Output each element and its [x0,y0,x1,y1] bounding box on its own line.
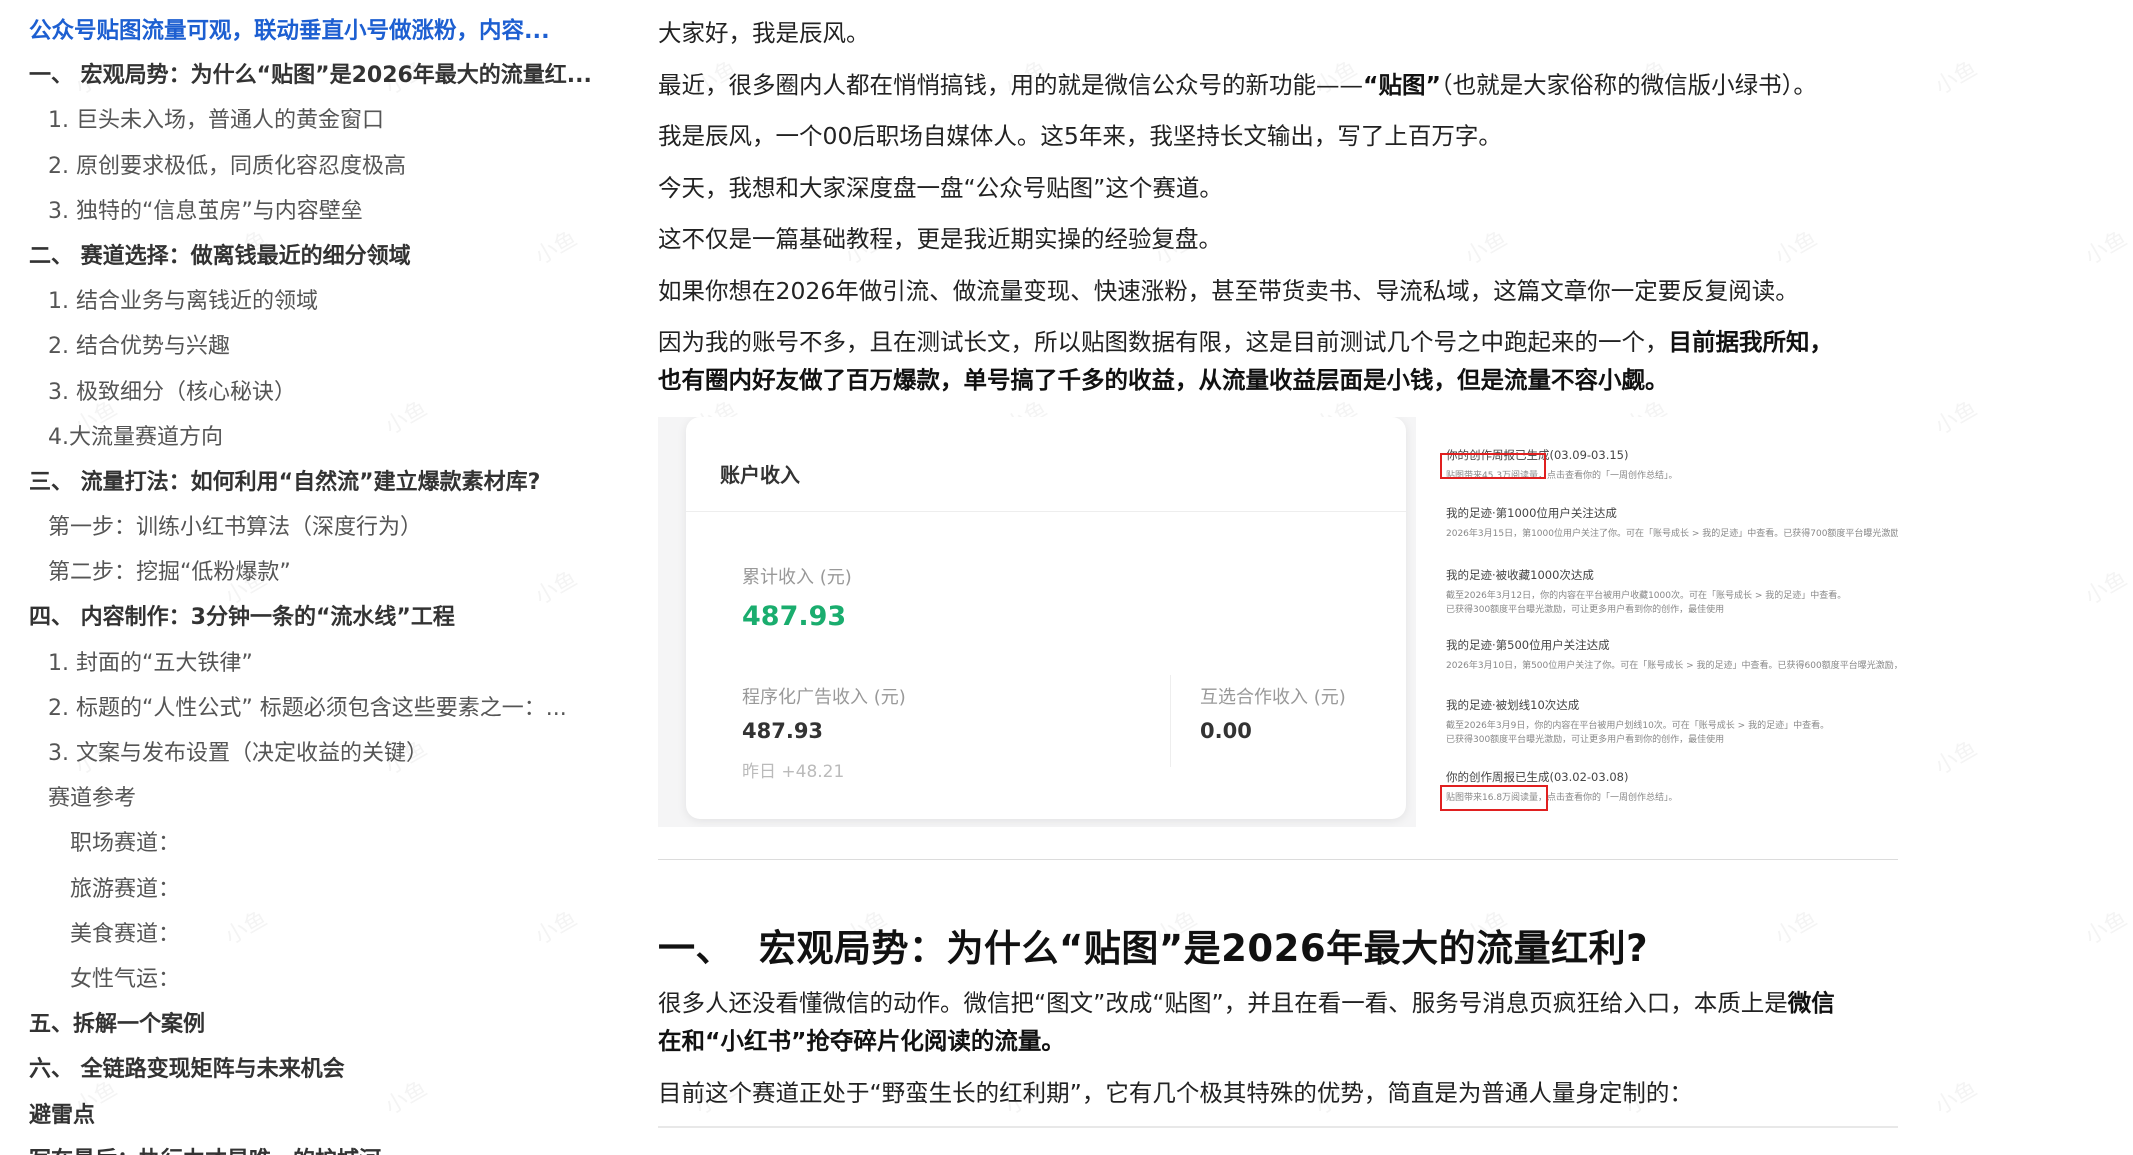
paragraph: 大家好，我是辰风。 [658,19,870,47]
toc-item[interactable]: 3. 极致细分（核心秘诀） [0,374,600,419]
toc-item[interactable]: 第一步：训练小红书算法（深度行为） [0,509,600,554]
ad-income-value: 487.93 [742,719,824,743]
document-page: 小鱼 小鱼 小鱼 小鱼 小鱼 小鱼 小鱼 小鱼 小鱼 小鱼 小鱼 小鱼 小鱼 小鱼 小鱼 小鱼 小鱼 小鱼 小鱼 小鱼… [0,0,2133,1155]
toc-item[interactable]: 六、 全链路变现矩阵与未来机会 [0,1051,600,1096]
toc-title[interactable]: 公众号贴图流量可观，联动垂直小号做涨粉，内容... [0,12,600,57]
toc-item[interactable]: 三、 流量打法：如何利用“自然流”建立爆款素材库? [0,464,600,509]
section-heading: 一、 宏观局势：为什么“贴图”是2026年最大的流量红利? [658,927,1649,970]
toc-item[interactable]: 职场赛道： [0,825,600,870]
toc-item[interactable]: 五、拆解一个案例 [0,1006,600,1051]
toc-item[interactable]: 2. 结合优势与兴趣 [0,328,600,373]
paragraph: 因为我的账号不多，且在测试长文，所以贴图数据有限，这是目前测试几个号之中跑起来的… [658,328,1833,394]
watermark-text: 小鱼 [1930,736,1982,780]
toc-item[interactable]: 3. 文案与发布设置（决定收益的关键） [0,735,600,780]
divider [658,859,1898,860]
watermark-text: 小鱼 [1930,56,1982,100]
mutual-income-value: 0.00 [1200,719,1252,743]
income-card: 账户收入 累计收入 (元) 487.93 程序化广告收入 (元) 487.93 … [686,417,1406,819]
watermark-text: 小鱼 [2080,226,2132,270]
watermark-text: 小鱼 [1930,396,1982,440]
table-of-contents: 公众号贴图流量可观，联动垂直小号做涨粉，内容... 一、 宏观局势：为什么“贴图… [0,0,600,1155]
notification-desc: 2026年3月10日，第500位用户关注了你。可在「账号成长 > 我的足迹」中查… [1446,661,1898,671]
paragraph: 今天，我想和大家深度盘一盘“公众号贴图”这个赛道。 [658,173,1223,202]
income-card-title: 账户收入 [720,463,800,487]
total-income-label: 累计收入 (元) [742,567,852,588]
watermark-text: 小鱼 [1930,1076,1982,1120]
notification-title: 你的创作周报已生成(03.02-03.08) [1446,770,1629,784]
toc-item[interactable]: 四、 内容制作：3分钟一条的“流水线”工程 [0,599,600,644]
toc-item[interactable]: 避雷点 [0,1097,600,1142]
notification-item: 我的足迹·第1000位用户关注达成 2026年3月15日，第1000位用户关注了… [1446,505,1898,541]
toc-item[interactable]: 3. 独特的“信息茧房”与内容壁垒 [0,193,600,238]
toc-item[interactable]: 一、 宏观局势：为什么“贴图”是2026年最大的流量红... [0,57,600,102]
notification-title: 我的足迹·被收藏1000次达成 [1446,568,1594,582]
toc-item[interactable]: 赛道参考 [0,780,600,825]
toc-item[interactable]: 二、 赛道选择：做离钱最近的细分领域 [0,238,600,283]
toc-item[interactable]: 旅游赛道： [0,871,600,916]
toc-item[interactable]: 1. 结合业务与离钱近的领域 [0,283,600,328]
notification-item: 我的足迹·被划线10次达成 截至2026年3月9日，你的内容在平台被用户划线10… [1446,697,1898,747]
toc-item[interactable]: 4.大流量赛道方向 [0,419,600,464]
next-figure-edge [658,1125,1898,1128]
paragraph: 很多人还没看懂微信的动作。微信把“图文”改成“贴图”，并且在看一看、服务号消息页… [658,989,1835,1055]
notification-title: 我的足迹·被划线10次达成 [1446,698,1580,712]
mutual-income-label: 互选合作收入 (元) [1200,687,1346,708]
total-income-value: 487.93 [742,601,847,632]
ad-income-yesterday: 昨日 +48.21 [742,762,845,782]
notification-desc: 截至2026年3月9日，你的内容在平台被用户划线10次。可在「账号成长 > 我的… [1446,721,1830,745]
toc-item[interactable]: 写在最后：执行力才是唯一的护城河 [0,1142,600,1155]
notification-title: 我的足迹·第500位用户关注达成 [1446,638,1610,652]
article-body: 大家好，我是辰风。 最近，很多圈内人都在悄悄搞钱，用的就是微信公众号的新功能——… [658,0,1908,1155]
toc-item[interactable]: 第二步：挖掘“低粉爆款” [0,554,600,599]
paragraph: 目前这个赛道正处于“野蛮生长的红利期”，它有几个极其特殊的优势，简直是为普通人量… [658,1078,1693,1107]
paragraph: 我是辰风，一个00后职场自媒体人。这5年来，我坚持长文输出，写了上百万字。 [658,122,1502,150]
notification-list: 你的创作周报已生成(03.09-03.15) 贴图带来45.3万阅读量，点击查看… [1416,417,1898,827]
toc-item[interactable]: 美食赛道： [0,916,600,961]
toc-item[interactable]: 女性气运： [0,961,600,1006]
paragraph: 如果你想在2026年做引流、做流量变现、快速涨粉，甚至带货卖书、导流私域，这篇文… [658,276,1799,305]
paragraph: 最近，很多圈内人都在悄悄搞钱，用的就是微信公众号的新功能——“贴图”（也就是大家… [658,70,1817,99]
highlight-box [1440,453,1546,479]
toc-item[interactable]: 1. 封面的“五大铁律” [0,645,600,690]
notification-desc: 截至2026年3月12日，你的内容在平台被用户收藏1000次。可在「账号成长 >… [1446,591,1847,615]
notification-item: 我的足迹·被收藏1000次达成 截至2026年3月12日，你的内容在平台被用户收… [1446,567,1898,617]
ad-income-label: 程序化广告收入 (元) [742,687,906,708]
income-screenshot-figure: 账户收入 累计收入 (元) 487.93 程序化广告收入 (元) 487.93 … [658,417,1898,827]
notification-item: 我的足迹·第500位用户关注达成 2026年3月10日，第500位用户关注了你。… [1446,637,1898,673]
toc-item[interactable]: 2. 标题的“人性公式” 标题必须包含这些要素之一：... [0,690,600,735]
divider [1170,675,1171,767]
paragraph: 这不仅是一篇基础教程，更是我近期实操的经验复盘。 [658,225,1222,253]
watermark-text: 小鱼 [2080,906,2132,950]
notification-desc: 2026年3月15日，第1000位用户关注了你。可在「账号成长 > 我的足迹」中… [1446,529,1898,539]
divider [686,511,1406,512]
watermark-text: 小鱼 [2080,566,2132,610]
notification-title: 我的足迹·第1000位用户关注达成 [1446,506,1617,520]
toc-item[interactable]: 1. 巨头未入场，普通人的黄金窗口 [0,102,600,147]
toc-item[interactable]: 2. 原创要求极低，同质化容忍度极高 [0,148,600,193]
highlight-box [1440,785,1548,811]
